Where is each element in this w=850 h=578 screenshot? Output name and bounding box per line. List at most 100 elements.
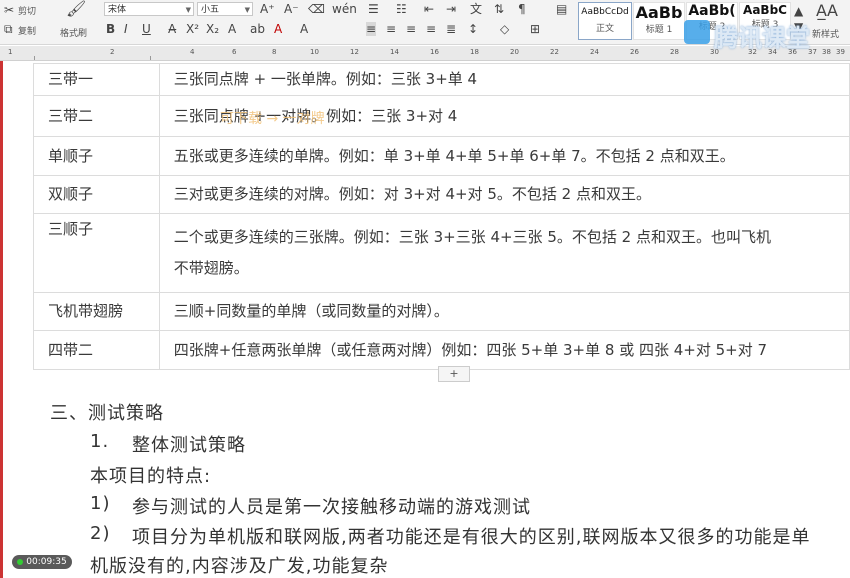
cut-button[interactable]: 剪切 [18, 4, 36, 17]
cell-line: 不带翅膀。 [173, 259, 249, 277]
align-left-icon[interactable]: ≡ [366, 22, 377, 36]
font-size-value: 小五 [201, 5, 220, 15]
numbered-list-icon[interactable]: ☷ [396, 2, 407, 16]
document-page[interactable]: 三带一 三张同点牌 + 一张单牌。例如：三张 3+单 4 三带二 三张同点牌 +… [0, 61, 850, 578]
decrease-indent-icon[interactable]: ⇤ [424, 2, 434, 16]
align-right-icon[interactable]: ≡ [406, 22, 416, 36]
char-shading-icon[interactable]: A [300, 22, 308, 36]
table-cell-desc[interactable]: 五张或更多连续的单牌。例如：单 3+单 4+单 5+单 6+单 7。不包括 2 … [158, 136, 850, 176]
ruler-number: 8 [272, 48, 277, 56]
list-item-number: 2) [90, 523, 111, 544]
shading-icon[interactable]: ◇ [500, 22, 509, 36]
format-painter-button[interactable]: 格式刷 [60, 26, 87, 39]
style-label: 正文 [595, 24, 614, 34]
subheading-number: 1. [90, 431, 110, 452]
underline-icon[interactable]: U [142, 22, 151, 36]
table-cell-name[interactable]: 飞机带翅膀 [33, 292, 160, 331]
table-row[interactable]: 三顺子 二个或更多连续的三张牌。例如：三张 3+三张 4+三张 5。不包括 2 … [33, 213, 850, 293]
table-cell-desc[interactable]: 四张牌+任意两张单牌（或任意两对牌）例如：四张 5+单 3+单 8 或 四张 4… [158, 330, 850, 370]
table-cell-desc[interactable]: 三顺+同数量的单牌（或同数量的对牌）。 [158, 292, 850, 331]
format-painter-icon[interactable]: 🖌 [66, 1, 86, 17]
subheading: 整体测试策略 [132, 435, 246, 456]
subscript-icon[interactable]: X₂ [206, 22, 219, 36]
table-cell-name[interactable]: 三带二 [33, 95, 160, 137]
video-timer: 00:09:35 [12, 555, 72, 569]
table-row[interactable]: 三带二 三张同点牌 +一对牌。例如：三张 3+对 4 [33, 95, 850, 137]
copy-button[interactable]: 复制 [18, 24, 36, 37]
scissors-icon[interactable]: ✂ [4, 3, 14, 17]
borders-icon[interactable]: ⊞ [530, 22, 540, 36]
table-cell-desc[interactable]: 三张同点牌 + 一张单牌。例如：三张 3+单 4 [158, 63, 850, 96]
features-label: 本项目的特点: [90, 466, 212, 487]
ruler-number: 39 [836, 48, 845, 56]
ruler-indent-marker[interactable] [34, 56, 35, 60]
copy-icon[interactable]: ⧉ [4, 22, 13, 36]
font-color-icon[interactable]: A [274, 22, 282, 36]
phonetic-icon[interactable]: wén [332, 2, 357, 16]
ruler-column-marker[interactable] [150, 56, 151, 60]
increase-indent-icon[interactable]: ⇥ [446, 2, 456, 16]
chevron-down-icon: ▼ [185, 6, 191, 14]
table-cell-name[interactable]: 三顺子 [33, 213, 160, 293]
table-cell-name[interactable]: 三带一 [33, 63, 160, 96]
ruler-number: 14 [390, 48, 399, 56]
ruler-number: 1 [8, 48, 13, 56]
ruler-number: 22 [550, 48, 559, 56]
table-row[interactable]: 双顺子 三对或更多连续的对牌。例如：对 3+对 4+对 5。不包括 2 点和双王… [33, 175, 850, 214]
list-item: 参与测试的人员是第一次接触移动端的游戏测试 [132, 497, 531, 518]
ruler-number: 12 [350, 48, 359, 56]
ruler-number: 18 [470, 48, 479, 56]
font-name-select[interactable]: 宋体 ▼ [104, 2, 194, 16]
style-sample: AaBb( [688, 3, 736, 19]
text-effect-icon[interactable]: A [228, 22, 236, 36]
italic-icon[interactable]: I [124, 22, 128, 36]
table-row[interactable]: 飞机带翅膀 三顺+同数量的单牌（或同数量的对牌）。 [33, 292, 850, 331]
styles-scroll-up-icon[interactable]: ▲ [794, 4, 803, 18]
text-box-icon[interactable]: ▤ [556, 2, 567, 16]
line-spacing-icon[interactable]: ↕ [468, 22, 478, 36]
cell-line: 二个或更多连续的三张牌。例如：三张 3+三张 4+三张 5。不包括 2 点和双王… [173, 228, 771, 246]
align-center-icon[interactable]: ≡ [386, 22, 396, 36]
font-name-value: 宋体 [108, 5, 127, 15]
table-cell-name[interactable]: 四带二 [33, 330, 160, 370]
justify-icon[interactable]: ≡ [426, 22, 436, 36]
table-cell-name[interactable]: 双顺子 [33, 175, 160, 214]
font-size-select[interactable]: 小五 ▼ [197, 2, 253, 16]
style-sample: AaBbC [743, 3, 787, 17]
style-normal[interactable]: AaBbCcDd 正文 [578, 2, 632, 40]
clear-format-icon[interactable]: ⌫ [308, 2, 325, 16]
new-style-button[interactable]: 新样式 [812, 27, 839, 40]
table-row[interactable]: 三带一 三张同点牌 + 一张单牌。例如：三张 3+单 4 [33, 63, 850, 96]
sort-icon[interactable]: ⇅ [494, 2, 504, 16]
ruler-number: 20 [510, 48, 519, 56]
bullet-list-icon[interactable]: ☰ [368, 2, 379, 16]
shrink-font-icon[interactable]: A⁻ [284, 2, 299, 16]
recording-dot-icon [17, 558, 24, 565]
grow-font-icon[interactable]: A⁺ [260, 2, 275, 16]
table-row[interactable]: 四带二 四张牌+任意两张单牌（或任意两对牌）例如：四张 5+单 3+单 8 或 … [33, 330, 850, 370]
ruler-number: 10 [310, 48, 319, 56]
style-label: 标题 1 [645, 25, 673, 35]
bold-icon[interactable]: B [106, 22, 115, 36]
style-sample: AaBbCcDd [581, 7, 629, 17]
distribute-icon[interactable]: ≣ [446, 22, 456, 36]
table-row[interactable]: 单顺子 五张或更多连续的单牌。例如：单 3+单 4+单 5+单 6+单 7。不包… [33, 136, 850, 176]
superscript-icon[interactable]: X² [186, 22, 199, 36]
chinese-layout-icon[interactable]: 文 [470, 2, 482, 16]
table-cell-name[interactable]: 单顺子 [33, 136, 160, 176]
ruler-number: 16 [430, 48, 439, 56]
add-table-row-button[interactable]: + [438, 366, 470, 382]
table-cell-desc[interactable]: 二个或更多连续的三张牌。例如：三张 3+三张 4+三张 5。不包括 2 点和双王… [158, 213, 850, 293]
new-style-icon[interactable]: A̲A [816, 3, 838, 19]
list-item: 项目分为单机版和联网版,两者功能还是有很大的区别,联网版本又很多的功能是单 [132, 527, 811, 548]
card-type-table[interactable]: 三带一 三张同点牌 + 一张单牌。例如：三张 3+单 4 三带二 三张同点牌 +… [33, 63, 850, 370]
ruler-number: 6 [232, 48, 237, 56]
page-edge-marker [0, 61, 3, 578]
ruler-number: 26 [630, 48, 639, 56]
style-heading-1[interactable]: AaBb 标题 1 [633, 2, 685, 40]
style-sample: AaBb [635, 3, 683, 22]
show-marks-icon[interactable]: ¶ [518, 2, 526, 16]
table-cell-desc[interactable]: 三对或更多连续的对牌。例如：对 3+对 4+对 5。不包括 2 点和双王。 [158, 175, 850, 214]
strikethrough-icon[interactable]: A̶ [168, 22, 176, 36]
highlight-icon[interactable]: ab [250, 22, 265, 36]
